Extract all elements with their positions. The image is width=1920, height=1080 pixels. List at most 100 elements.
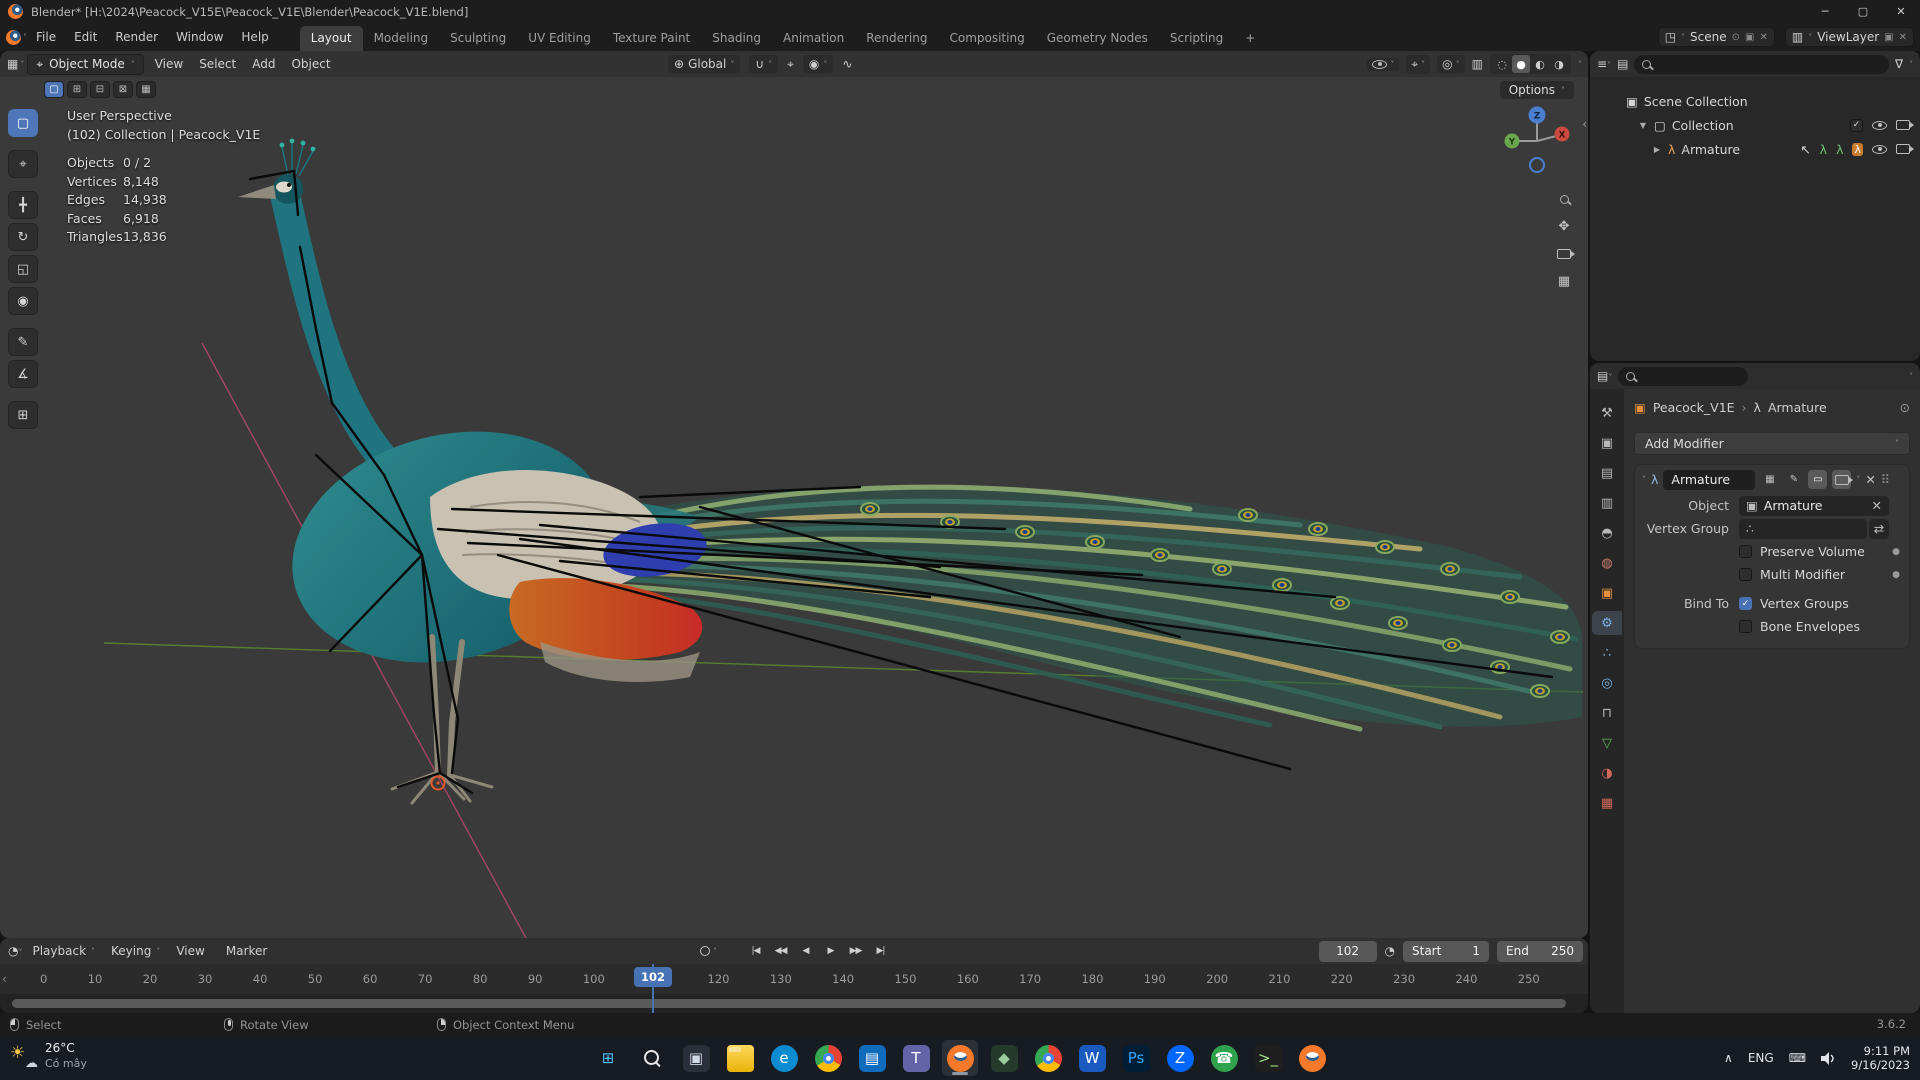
pin-icon[interactable]: ⊙ <box>1900 400 1910 415</box>
shading-dropdown-icon[interactable]: ˅ <box>1578 60 1582 69</box>
select-mode-button[interactable]: ▦ <box>136 81 156 98</box>
peacock-model[interactable] <box>238 138 1582 805</box>
tab-object[interactable]: ▣ <box>1592 581 1622 605</box>
delete-modifier-icon[interactable]: ✕ <box>1865 472 1875 487</box>
timeline-toggle-icon[interactable]: ‹ <box>2 972 7 986</box>
phone-icon[interactable]: ☎ <box>1206 1040 1242 1076</box>
zoom-icon[interactable] <box>1559 195 1569 204</box>
file-explorer-icon[interactable] <box>722 1040 758 1076</box>
shading-material[interactable]: ◐ <box>1531 55 1549 73</box>
photoshop-icon[interactable]: Ps <box>1118 1040 1154 1076</box>
close-button[interactable]: ✕ <box>1882 0 1920 23</box>
xray-toggle[interactable]: ▥ <box>1472 57 1483 71</box>
tab-render[interactable]: ▣ <box>1592 431 1622 455</box>
breadcrumb-object[interactable]: Peacock_V1E <box>1653 400 1735 415</box>
workspace-scripting[interactable]: Scripting <box>1159 26 1234 51</box>
select-mode-button[interactable]: ⊠ <box>113 81 133 98</box>
select-mode-button[interactable]: ▢ <box>44 81 64 98</box>
timeline-editor-icon[interactable]: ◔˅ <box>8 944 22 958</box>
remove-view-layer-icon[interactable]: ✕ <box>1899 32 1907 43</box>
workspace-texture-paint[interactable]: Texture Paint <box>602 26 701 51</box>
tab-modifiers[interactable]: ⚙ <box>1592 611 1622 635</box>
drag-handle-icon[interactable]: ⠿ <box>1881 472 1890 487</box>
tab-view-layer[interactable]: ▥ <box>1592 491 1622 515</box>
workspace-layout[interactable]: Layout <box>299 26 363 51</box>
outliner-editor-icon[interactable]: ≡˅ <box>1597 57 1611 71</box>
scene-selector[interactable]: ◳ ˅ Scene ⊙ ▣ ✕ <box>1657 27 1775 47</box>
tab-tool[interactable]: ⚒ <box>1592 401 1622 425</box>
word-icon[interactable]: W <box>1074 1040 1110 1076</box>
clock[interactable]: 9:11 PM 9/16/2023 <box>1851 1044 1910 1073</box>
modifier-name-field[interactable]: Armature <box>1663 469 1756 490</box>
overlays-dropdown[interactable]: ◎ ˅ <box>1437 55 1465 73</box>
blender-menu-icon[interactable] <box>6 29 21 45</box>
menu-item[interactable]: Window <box>167 27 232 47</box>
viewport-menu-item[interactable]: Object <box>283 55 338 73</box>
expand-arrow-icon[interactable]: ▶ <box>1652 145 1662 154</box>
add-cube-tool[interactable]: ⊞ <box>8 401 38 429</box>
app-icon[interactable]: W <box>1078 1044 1106 1072</box>
blender-icon[interactable] <box>1294 1040 1330 1076</box>
prev-keyframe-button[interactable]: ◀◀ <box>769 941 792 961</box>
move-tool[interactable]: ╋ <box>8 191 38 219</box>
workspace-shading[interactable]: Shading <box>701 26 772 51</box>
animate-dot[interactable]: ● <box>1889 570 1903 580</box>
extras-dropdown-icon[interactable]: ˅ <box>1856 475 1860 484</box>
gizmos-dropdown[interactable]: ⌖ ˅ <box>1406 54 1431 74</box>
minimize-button[interactable]: ─ <box>1806 0 1844 23</box>
proportional-editing-toggle[interactable]: ◉ ˅ <box>802 55 834 73</box>
play-reverse-button[interactable]: ◀ <box>794 941 817 961</box>
on-cage-toggle[interactable]: ▦ <box>1760 470 1779 489</box>
render-camera-icon[interactable] <box>1896 144 1914 154</box>
app-icon[interactable]: >_ <box>1254 1044 1282 1072</box>
outliner-item-label[interactable]: Scene Collection <box>1644 94 1748 109</box>
chrome-icon[interactable] <box>810 1040 846 1076</box>
viewport-canvas[interactable]: ▢ ⊞ ⊟ ⊠ ▦ ▢ ⌖ ╋ ↻ ◱ ◉ ✎ ∡ ⊞ User Perspective (102) C… <box>0 77 1588 938</box>
shading-solid[interactable]: ● <box>1512 55 1530 73</box>
view-layer-selector[interactable]: ▥ ˅ ViewLayer ▣ ✕ <box>1784 27 1914 47</box>
chevron-down-icon[interactable]: ˅ <box>1909 372 1913 381</box>
jump-to-end-button[interactable]: ▶| <box>869 941 892 961</box>
menu-item[interactable]: File <box>27 27 65 47</box>
editor-type-icon[interactable]: ▦ ˅ <box>7 57 24 71</box>
outliner-search-input[interactable] <box>1634 54 1889 74</box>
display-mode-icon[interactable]: ▤ <box>1617 57 1628 71</box>
add-workspace-button[interactable]: + <box>1234 26 1266 51</box>
timeline-scrollbar[interactable] <box>12 999 1566 1008</box>
select-mode-button[interactable]: ⊞ <box>67 81 87 98</box>
workspace-compositing[interactable]: Compositing <box>938 26 1035 51</box>
bone-envelopes-checkbox[interactable] <box>1739 620 1752 633</box>
visibility-dropdown[interactable]: ˅ <box>1367 57 1400 71</box>
realtime-display-toggle[interactable]: ▭ <box>1808 470 1828 489</box>
mode-dropdown[interactable]: ⌖ Object Mode ˅ <box>27 53 144 75</box>
filter-icon[interactable]: ∇ <box>1895 57 1903 71</box>
menu-item[interactable]: Render <box>106 27 167 47</box>
tab-material[interactable]: ◑ <box>1592 761 1622 785</box>
preserve-volume-checkbox[interactable] <box>1739 545 1752 558</box>
app-icon[interactable]: e <box>770 1044 798 1072</box>
add-modifier-button[interactable]: Add Modifier ˅ <box>1634 432 1910 455</box>
invert-vertex-group-icon[interactable]: ⇄ <box>1869 518 1889 539</box>
outliner-row-collection[interactable]: ▼ ▢ Collection ✓ <box>1590 113 1920 137</box>
edit-mode-toggle[interactable]: ✎ <box>1784 470 1803 489</box>
edge-icon[interactable]: e <box>766 1040 802 1076</box>
vertex-groups-checkbox[interactable]: ✓ <box>1739 597 1752 610</box>
transform-tool[interactable]: ◉ <box>8 287 38 315</box>
new-scene-icon[interactable]: ▣ <box>1745 32 1754 43</box>
rotate-tool[interactable]: ↻ <box>8 223 38 251</box>
app-icon[interactable] <box>946 1044 974 1072</box>
new-view-layer-icon[interactable]: ▣ <box>1884 32 1893 43</box>
workspace-animation[interactable]: Animation <box>772 26 855 51</box>
scene-name[interactable]: Scene <box>1690 30 1727 44</box>
outliner-row-armature[interactable]: ▶ λ Armature ↖ λ λ λ <box>1590 137 1920 161</box>
tab-particles[interactable]: ∴ <box>1592 641 1622 665</box>
keyboard-icon[interactable]: ⌨ <box>1789 1051 1806 1065</box>
expand-arrow-icon[interactable]: ▼ <box>1638 121 1648 130</box>
pin-icon[interactable]: ⊙ <box>1732 32 1740 43</box>
options-button[interactable]: Options ˅ <box>1499 81 1574 99</box>
timeline-ruler[interactable]: 0102030405060708090100110120130140150160… <box>0 964 1588 1013</box>
auto-keying-toggle[interactable]: ˅ <box>700 946 717 956</box>
workspace-geometry-nodes[interactable]: Geometry Nodes <box>1036 26 1159 51</box>
falloff-icon[interactable]: ∿ <box>842 57 852 71</box>
snapping-toggle[interactable]: ∪ ˅ <box>749 55 779 73</box>
